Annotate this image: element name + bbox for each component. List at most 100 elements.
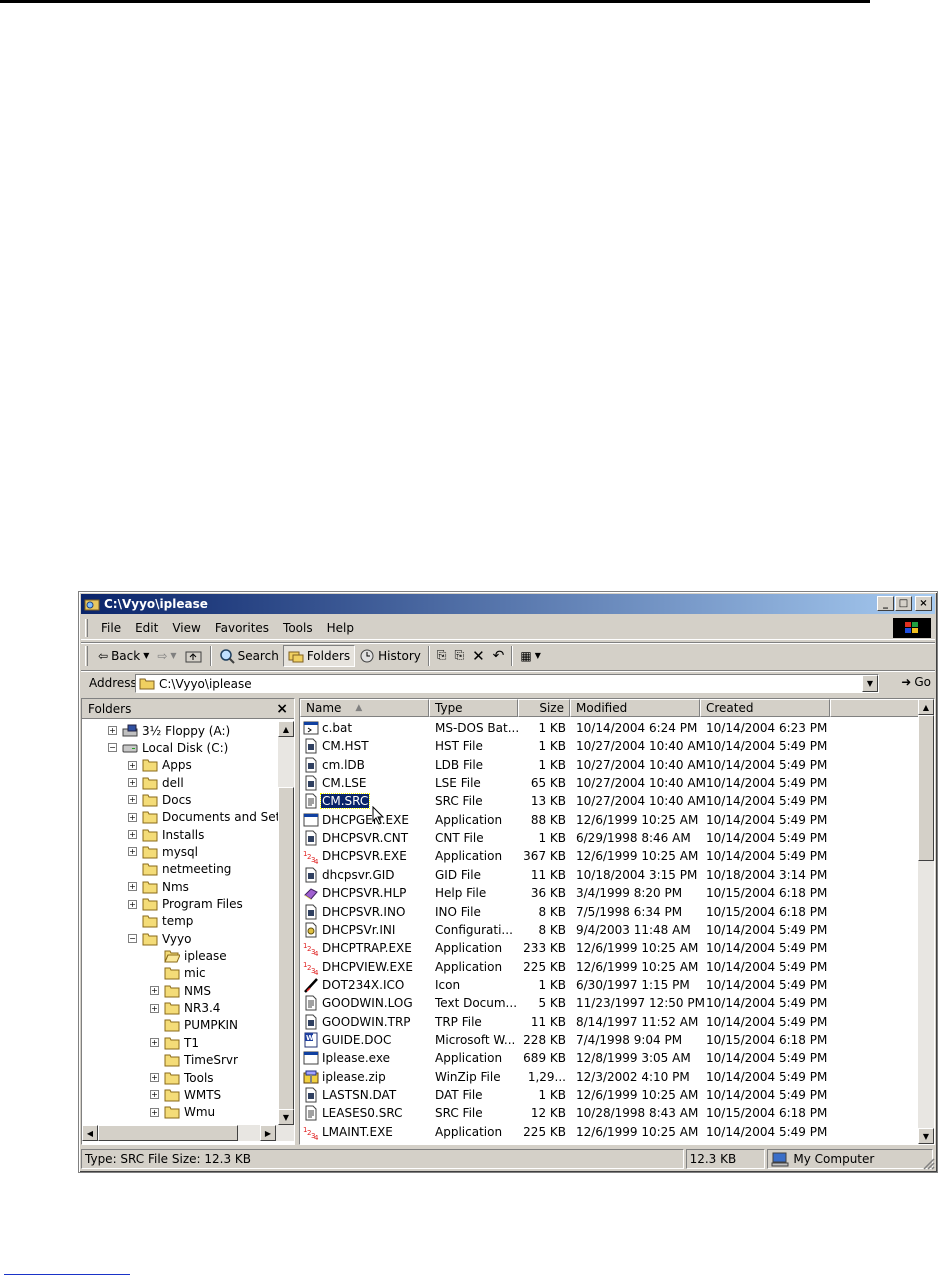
file-row[interactable]: CM.HST HST File 1 KB 10/27/2004 10:40 AM 10/… — [300, 737, 920, 755]
file-row[interactable]: Iplease.exe Application 689 KB 12/8/1999 3:… — [300, 1049, 920, 1067]
tree-item[interactable]: mic — [150, 965, 206, 982]
expand-icon[interactable]: + — [128, 795, 137, 805]
scroll-hthumb[interactable] — [98, 1125, 238, 1141]
forward-dropdown-icon[interactable]: ▼ — [170, 651, 176, 660]
tree-item[interactable]: + Tools — [150, 1069, 214, 1086]
search-button[interactable]: Search — [215, 645, 283, 667]
tree-item[interactable]: + Apps — [128, 757, 192, 774]
tree-item[interactable]: TimeSrvr — [150, 1052, 238, 1069]
tree-item[interactable]: + Installs — [128, 826, 204, 843]
minimize-button[interactable]: _ — [877, 596, 894, 611]
expand-icon[interactable]: + — [150, 1090, 159, 1100]
go-button[interactable]: ➜ Go — [901, 675, 931, 689]
column-header-name[interactable]: Name ▲ — [300, 699, 429, 717]
file-row[interactable]: iplease.zip WinZip File 1,29... 12/3/2002 4… — [300, 1068, 920, 1086]
expand-icon[interactable]: + — [128, 830, 137, 840]
menu-favorites[interactable]: Favorites — [208, 621, 276, 635]
menu-edit[interactable]: Edit — [128, 621, 165, 635]
file-row[interactable]: 1 2 3 4 DHCPTRAP.EXE Application 233 KB 12/6/19… — [300, 939, 920, 957]
expand-icon[interactable]: + — [128, 899, 137, 909]
tree-item[interactable]: + Program Files — [128, 896, 243, 913]
scroll-thumb[interactable] — [918, 715, 934, 861]
tree-item[interactable]: + Wmu — [150, 1104, 215, 1121]
tree-item[interactable]: +3½ Floppy (A:) — [108, 722, 230, 739]
file-row[interactable]: DHCPSVr.INI Configurati... 8 KB 9/4/2003 11… — [300, 921, 920, 939]
file-row[interactable]: LASTSN.DAT DAT File 1 KB 12/6/1999 10:25 AM… — [300, 1086, 920, 1104]
file-row[interactable]: cm.lDB LDB File 1 KB 10/27/2004 10:40 AM 10/… — [300, 756, 920, 774]
tree-item[interactable]: − Local Disk (C:) — [108, 739, 228, 756]
expand-icon[interactable]: + — [150, 1038, 159, 1048]
scroll-right-button[interactable]: ▶ — [260, 1125, 276, 1141]
undo-button[interactable]: ↶ — [489, 645, 509, 667]
tree-item[interactable]: + WMTS — [150, 1086, 221, 1103]
expand-icon[interactable]: + — [150, 1107, 159, 1117]
expand-icon[interactable]: + — [128, 760, 137, 770]
folders-horizontal-scrollbar[interactable]: ◀ ▶ — [82, 1125, 294, 1141]
tree-item[interactable]: PUMPKIN — [150, 1017, 238, 1034]
file-row[interactable]: 1 2 3 4 LMAINT.EXE Application 225 KB 12/6/1999… — [300, 1123, 920, 1141]
views-dropdown-icon[interactable]: ▼ — [535, 651, 541, 660]
file-row[interactable]: CM.SRC SRC File 13 KB 10/27/2004 10:40 AM 10… — [300, 792, 920, 810]
scroll-up-button[interactable]: ▲ — [278, 721, 294, 737]
tree-item[interactable]: temp — [128, 913, 193, 930]
file-row[interactable]: DHCPSVR.CNT CNT File 1 KB 6/29/1998 8:46 AM… — [300, 829, 920, 847]
scroll-thumb[interactable] — [278, 787, 294, 1113]
resize-grip-icon[interactable] — [921, 1156, 935, 1170]
expand-icon[interactable]: + — [150, 986, 159, 996]
expand-icon[interactable]: + — [108, 726, 117, 735]
file-row[interactable]: DHCPSVR.INO INO File 8 KB 7/5/1998 6:34 PM 1… — [300, 903, 920, 921]
tree-item[interactable]: iplease — [150, 948, 227, 965]
maximize-button[interactable]: □ — [895, 596, 912, 611]
expand-icon[interactable]: + — [150, 1003, 159, 1013]
file-row[interactable]: dhcpsvr.GID GID File 11 KB 10/18/2004 3:15 … — [300, 866, 920, 884]
collapse-icon[interactable]: − — [108, 743, 117, 753]
folders-pane-close-button[interactable]: × — [276, 701, 288, 717]
menu-grip[interactable] — [85, 618, 88, 637]
up-folder-button[interactable] — [181, 645, 207, 667]
collapse-icon[interactable]: − — [128, 934, 137, 944]
tree-item[interactable]: + NR3.4 — [150, 1000, 220, 1017]
scroll-down-button[interactable]: ▼ — [278, 1109, 294, 1125]
expand-icon[interactable]: + — [128, 847, 137, 857]
tree-item[interactable]: netmeeting — [128, 861, 231, 878]
file-row[interactable]: DHCPGEN.EXE Application 88 KB 12/6/1999 10:… — [300, 811, 920, 829]
back-button[interactable]: ⇦ Back ▼ — [94, 645, 153, 667]
history-button[interactable]: History — [355, 645, 425, 667]
back-dropdown-icon[interactable]: ▼ — [143, 651, 149, 660]
file-row[interactable]: 1 2 3 4 DHCPVIEW.EXE Application 225 KB 12/6/19… — [300, 958, 920, 976]
folders-button[interactable]: Folders — [282, 644, 356, 667]
expand-icon[interactable]: + — [150, 1073, 159, 1082]
tree-item[interactable]: + Docs — [128, 791, 191, 808]
expand-icon[interactable]: + — [128, 778, 137, 788]
file-row[interactable]: CM.LSE LSE File 65 KB 10/27/2004 10:40 AM 10… — [300, 774, 920, 792]
folders-vertical-scrollbar[interactable]: ▲ ▼ — [278, 721, 294, 1125]
menu-help[interactable]: Help — [320, 621, 361, 635]
tree-item[interactable]: + Documents and Settin — [128, 809, 278, 826]
menu-tools[interactable]: Tools — [276, 621, 320, 635]
menu-view[interactable]: View — [165, 621, 207, 635]
delete-button[interactable]: ✕ — [468, 645, 489, 667]
scroll-down-button[interactable]: ▼ — [918, 1128, 934, 1144]
files-vertical-scrollbar[interactable]: ▲ ▼ — [918, 699, 934, 1144]
move-to-button[interactable]: ⎘ — [433, 645, 451, 667]
file-row[interactable]: DHCPSVR.HLP Help File 36 KB 3/4/1999 8:20 P… — [300, 884, 920, 902]
title-bar[interactable]: C:\Vyyo\iplease _ □ × — [81, 594, 935, 614]
column-header-size[interactable]: Size — [518, 699, 570, 717]
menu-file[interactable]: File — [94, 621, 128, 635]
tree-item[interactable]: + NMS — [150, 982, 211, 999]
address-dropdown-button[interactable]: ▼ — [862, 675, 878, 692]
toolbar-grip[interactable] — [85, 645, 88, 666]
file-row[interactable]: LEASES0.SRC SRC File 12 KB 10/28/1998 8:43 … — [300, 1104, 920, 1122]
scroll-left-button[interactable]: ◀ — [82, 1125, 98, 1141]
column-header-type[interactable]: Type — [429, 699, 518, 717]
views-button[interactable]: ▦ ▼ — [516, 645, 545, 667]
file-row[interactable]: W GUIDE.DOC Microsoft W... 228 KB 7/4/1998 9… — [300, 1031, 920, 1049]
expand-icon[interactable]: + — [128, 812, 137, 822]
tree-item[interactable]: + mysql — [128, 843, 198, 860]
expand-icon[interactable]: + — [128, 882, 137, 892]
tree-item[interactable]: + Nms — [128, 878, 189, 895]
column-header-created[interactable]: Created — [700, 699, 830, 717]
file-row[interactable]: GOODWIN.TRP TRP File 11 KB 8/14/1997 11:52 … — [300, 1013, 920, 1031]
tree-item[interactable]: − Vyyo — [128, 930, 191, 947]
copy-to-button[interactable]: ⎘ — [450, 645, 468, 667]
